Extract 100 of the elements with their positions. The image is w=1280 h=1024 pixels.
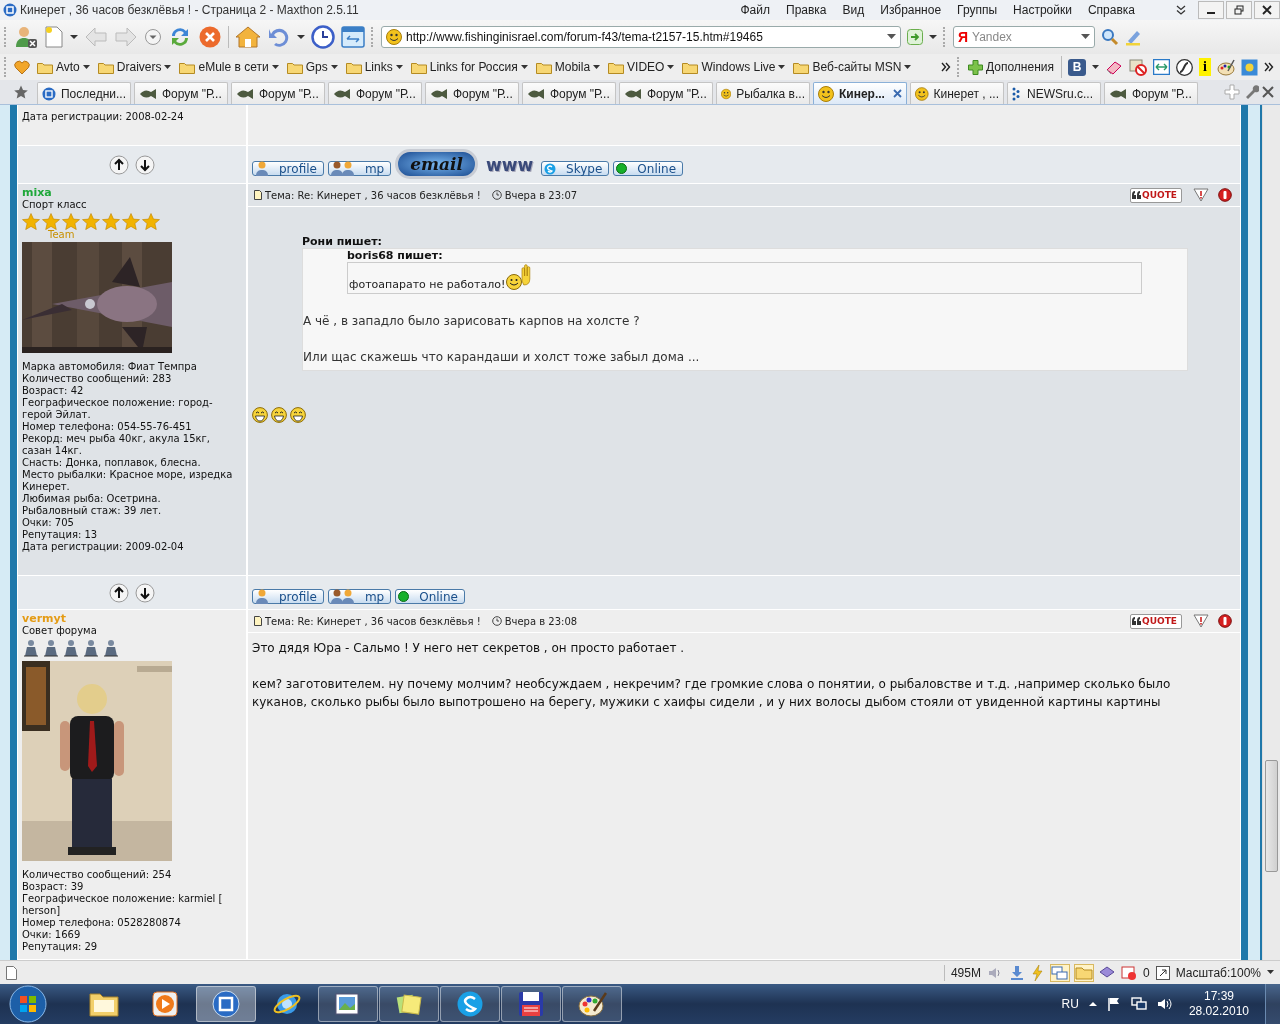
bookmark-folder[interactable]: Avto: [36, 60, 91, 74]
addons-button[interactable]: Дополнения: [967, 59, 1055, 75]
taskbar-button[interactable]: [379, 986, 439, 1022]
delete-icon[interactable]: [1218, 614, 1232, 628]
heart-icon[interactable]: [14, 59, 30, 75]
skype-button[interactable]: Skype: [541, 161, 610, 176]
user-icon[interactable]: [14, 25, 38, 49]
search-box[interactable]: Я Yandex: [953, 26, 1095, 48]
menu-item[interactable]: Вид: [834, 3, 873, 17]
caret-icon[interactable]: [1092, 64, 1099, 70]
browser-tab[interactable]: Кинер...: [813, 82, 907, 104]
chevron-icon[interactable]: [1264, 62, 1274, 72]
restore-button[interactable]: [1226, 1, 1252, 19]
taskbar-button[interactable]: [318, 986, 378, 1022]
mp-button[interactable]: mp: [327, 161, 392, 176]
clock-time[interactable]: 17:39: [1203, 989, 1234, 1004]
website-button[interactable]: www: [481, 154, 538, 175]
stop-icon[interactable]: [198, 25, 222, 49]
clock-icon[interactable]: [311, 25, 335, 49]
download-icon[interactable]: [1008, 964, 1025, 981]
windows-icon[interactable]: [1050, 964, 1069, 981]
vk-button[interactable]: B: [1068, 58, 1086, 76]
browser-tab[interactable]: Кинерет , ...: [910, 82, 1004, 104]
browser-tab[interactable]: Последни...: [37, 82, 131, 104]
delete-icon[interactable]: [1218, 188, 1232, 202]
mp-button[interactable]: mp: [327, 589, 392, 604]
menu-item[interactable]: Файл: [732, 3, 778, 17]
eraser-icon[interactable]: [1105, 59, 1123, 75]
bookmark-folder[interactable]: Links for Россия: [409, 60, 529, 74]
info-button[interactable]: i: [1199, 58, 1211, 76]
address-field[interactable]: http://www.fishinginisrael.com/forum-f43/tema-t2157-15.htm#19465: [381, 26, 901, 48]
star-icon[interactable]: [14, 85, 28, 99]
blocker-icon[interactable]: [1129, 58, 1147, 76]
speaker-icon[interactable]: [1156, 997, 1173, 1011]
email-button[interactable]: email: [395, 148, 478, 179]
menu-item[interactable]: Справка: [1079, 3, 1143, 17]
palette-icon[interactable]: [1217, 58, 1235, 76]
browser-tab[interactable]: Форум "Р...: [619, 82, 713, 104]
dropdown-circle-icon[interactable]: [144, 28, 162, 46]
scrollbar-thumb[interactable]: [1265, 760, 1278, 872]
caret-icon[interactable]: [70, 34, 78, 40]
browser-tab[interactable]: Форум "Р...: [1104, 82, 1198, 104]
bookmark-folder[interactable]: eMule в сети: [178, 60, 280, 74]
scrollbar[interactable]: [1262, 105, 1280, 960]
caret-icon[interactable]: [297, 34, 305, 40]
show-desktop-button[interactable]: [1265, 984, 1280, 1024]
bookmark-folder[interactable]: Gps: [285, 60, 339, 74]
search-icon[interactable]: [1101, 28, 1119, 46]
caret-icon[interactable]: [1267, 970, 1274, 975]
caret-icon[interactable]: [929, 34, 937, 40]
warning-icon[interactable]: [1193, 188, 1209, 202]
close-icon[interactable]: [893, 89, 902, 98]
browser-tab[interactable]: Форум "Р...: [522, 82, 616, 104]
browser-tab[interactable]: Форум "Р...: [134, 82, 228, 104]
close-button[interactable]: [1254, 1, 1280, 19]
bookmark-folder[interactable]: Mobila: [534, 60, 602, 74]
dropdown-arrow-icon[interactable]: [887, 34, 896, 40]
taskbar-button[interactable]: [501, 986, 561, 1022]
screen-icon[interactable]: [1241, 58, 1258, 76]
menu-item[interactable]: Правка: [778, 3, 835, 17]
quote-button[interactable]: QUOTE: [1130, 187, 1182, 203]
bookmark-folder[interactable]: Links: [344, 60, 404, 74]
close-icon[interactable]: [1262, 86, 1274, 98]
browser-tab[interactable]: Форум "Р...: [328, 82, 422, 104]
chevron-icon[interactable]: [941, 62, 951, 72]
zoom-icon[interactable]: [1155, 965, 1170, 980]
browser-tab[interactable]: Форум "Р...: [231, 82, 325, 104]
start-button[interactable]: [8, 984, 48, 1024]
menu-item[interactable]: Настройки: [1005, 3, 1080, 17]
popup-blocker-icon[interactable]: [1120, 964, 1137, 981]
bookmark-folder[interactable]: Windows Live: [681, 60, 787, 74]
taskbar-button[interactable]: [440, 986, 500, 1022]
menu-item[interactable]: Избранное: [872, 3, 950, 17]
menu-item[interactable]: Группы: [949, 3, 1006, 17]
bookmark-folder[interactable]: Веб-сайты MSN: [792, 60, 913, 74]
quote-button[interactable]: QUOTE: [1130, 613, 1182, 629]
resize-icon[interactable]: [1153, 59, 1170, 75]
online-status-button[interactable]: Online: [395, 589, 465, 604]
zoom-level[interactable]: Масштаб:100%: [1175, 965, 1261, 980]
warning-icon[interactable]: [1193, 614, 1209, 628]
go-icon[interactable]: [907, 29, 923, 45]
network-icon[interactable]: [1130, 997, 1147, 1011]
caret-up-icon[interactable]: [1088, 1001, 1097, 1007]
language-indicator[interactable]: RU: [1061, 997, 1079, 1011]
browser-tab[interactable]: NEWSru.c...: [1007, 82, 1101, 104]
chevron-icon[interactable]: [1176, 5, 1186, 15]
browser-tab[interactable]: Форум "Р...: [425, 82, 519, 104]
flag-icon[interactable]: [1106, 997, 1121, 1011]
flash-icon[interactable]: [1176, 58, 1193, 76]
taskbar-button[interactable]: [196, 986, 256, 1022]
search-field[interactable]: Yandex: [972, 30, 1077, 44]
browser-tab[interactable]: Рыбалка в...: [716, 82, 810, 104]
online-status-button[interactable]: Online: [613, 161, 684, 176]
clock-date[interactable]: 28.02.2010: [1188, 1004, 1249, 1019]
profile-button[interactable]: profile: [252, 589, 324, 604]
window-icon[interactable]: [341, 26, 365, 48]
home-icon[interactable]: [235, 25, 261, 49]
bookmark-folder[interactable]: VIDEO: [607, 60, 676, 74]
minimize-button[interactable]: [1198, 1, 1224, 19]
dropdown-arrow-icon[interactable]: [1081, 34, 1090, 40]
